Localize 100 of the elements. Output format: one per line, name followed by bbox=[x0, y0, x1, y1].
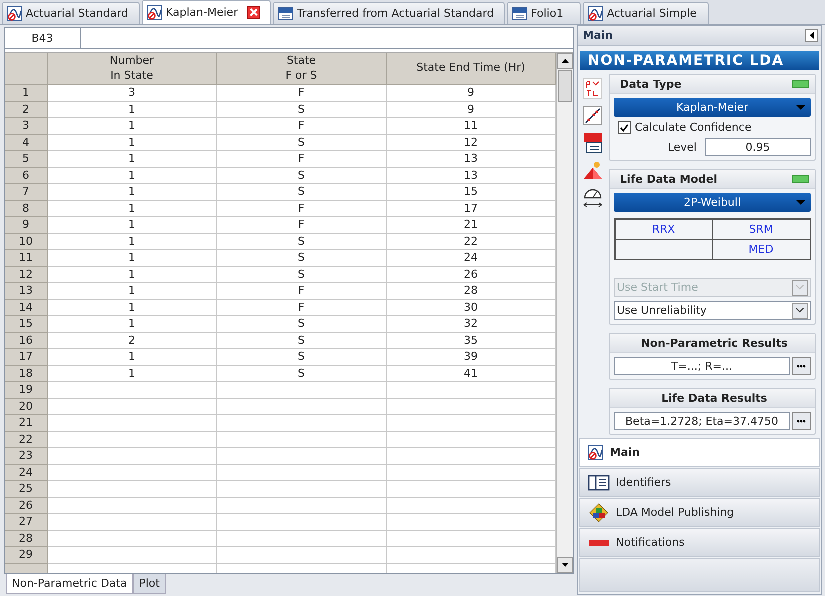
chart-icon bbox=[7, 6, 23, 22]
row-header[interactable]: 1 bbox=[5, 85, 48, 102]
cell-reference-field[interactable]: B43 bbox=[5, 28, 81, 48]
row-header[interactable]: 15 bbox=[5, 316, 48, 332]
table-cell: S bbox=[217, 250, 387, 266]
column-header[interactable]: Number In State bbox=[48, 53, 217, 85]
table-cell: 22 bbox=[387, 234, 556, 250]
row-header[interactable]: 5 bbox=[5, 151, 48, 168]
parameters-icon[interactable] bbox=[583, 78, 605, 100]
row-header[interactable]: 21 bbox=[5, 415, 48, 432]
row-header[interactable]: 28 bbox=[5, 530, 48, 547]
scroll-up-button[interactable] bbox=[557, 53, 573, 69]
table-cell: 24 bbox=[387, 250, 556, 266]
row-header[interactable]: 10 bbox=[5, 234, 48, 250]
table-cell: 2 bbox=[48, 332, 217, 349]
row-header[interactable]: 25 bbox=[5, 481, 48, 498]
document-tab[interactable]: Actuarial Simple bbox=[583, 2, 710, 24]
document-tab[interactable]: Actuarial Standard bbox=[2, 2, 140, 24]
document-tab[interactable]: Kaplan-Meier bbox=[142, 0, 272, 24]
table-cell: 3 bbox=[48, 85, 217, 102]
row-header[interactable]: 29 bbox=[5, 547, 48, 564]
caret-icon[interactable] bbox=[810, 32, 814, 39]
nav-item[interactable]: LDA Model Publishing bbox=[579, 498, 820, 527]
table-cell: 30 bbox=[387, 300, 556, 316]
method-option[interactable]: RRX bbox=[614, 218, 713, 240]
table-cell: 41 bbox=[387, 366, 556, 382]
nav-item[interactable]: Main bbox=[579, 438, 820, 467]
life-data-results-field[interactable]: Beta=1.2728; Eta=37.4750 bbox=[614, 412, 790, 430]
row-header[interactable]: 4 bbox=[5, 134, 48, 151]
table-cell: 1 bbox=[48, 217, 217, 234]
caret-icon[interactable] bbox=[562, 563, 568, 567]
table-cell: 1 bbox=[48, 349, 217, 366]
collapse-button[interactable] bbox=[805, 29, 818, 42]
row-header[interactable]: 7 bbox=[5, 184, 48, 200]
table-cell: 1 bbox=[48, 184, 217, 200]
diamond-icon bbox=[588, 502, 610, 522]
row-header[interactable]: 11 bbox=[5, 250, 48, 266]
table-cell: 1 bbox=[48, 283, 217, 300]
document-icon bbox=[278, 6, 294, 20]
row-header[interactable]: 2 bbox=[5, 102, 48, 118]
distribution-dropdown[interactable]: 2P-Weibull bbox=[614, 193, 811, 212]
table-cell: 28 bbox=[387, 283, 556, 300]
table-cell: 1 bbox=[48, 316, 217, 332]
row-header[interactable]: 6 bbox=[5, 168, 48, 184]
table-cell: S bbox=[217, 332, 387, 349]
table-cell: 1 bbox=[48, 266, 217, 283]
row-header[interactable]: 3 bbox=[5, 118, 48, 134]
scroll-down-button[interactable] bbox=[557, 557, 573, 573]
plot-icon[interactable] bbox=[583, 106, 605, 126]
row-header[interactable]: 19 bbox=[5, 382, 48, 398]
row-header[interactable]: 12 bbox=[5, 266, 48, 283]
document-tab[interactable]: Transferred from Actuarial Standard bbox=[273, 2, 506, 24]
row-header[interactable]: 24 bbox=[5, 464, 48, 481]
table-cell: 1 bbox=[48, 118, 217, 134]
scroll-thumb[interactable] bbox=[558, 70, 572, 102]
table-cell: 1 bbox=[48, 300, 217, 316]
mountain-icon[interactable] bbox=[583, 160, 605, 180]
more-icon[interactable] bbox=[792, 357, 811, 375]
row-header[interactable]: 23 bbox=[5, 448, 48, 464]
table-cell: S bbox=[217, 168, 387, 184]
column-header[interactable]: State End Time (Hr) bbox=[387, 53, 556, 85]
table-cell: 11 bbox=[387, 118, 556, 134]
column-header[interactable]: State F or S bbox=[217, 53, 387, 85]
checkbox[interactable] bbox=[618, 121, 631, 134]
status-indicator bbox=[792, 80, 809, 88]
caret-icon bbox=[796, 285, 804, 290]
table-cell: 9 bbox=[387, 102, 556, 118]
row-header[interactable]: 14 bbox=[5, 300, 48, 316]
row-header[interactable]: 26 bbox=[5, 498, 48, 514]
level-field[interactable]: 0.95 bbox=[705, 138, 811, 156]
row-header[interactable]: 13 bbox=[5, 283, 48, 300]
table-cell: 35 bbox=[387, 332, 556, 349]
non-parametric-results-field[interactable]: T=...; R=... bbox=[614, 357, 790, 375]
option-dropdown[interactable]: Use Unreliability bbox=[614, 301, 811, 320]
row-header[interactable]: 17 bbox=[5, 349, 48, 366]
row-header[interactable]: 16 bbox=[5, 332, 48, 349]
caret-icon[interactable] bbox=[562, 59, 568, 63]
table-cell: F bbox=[217, 300, 387, 316]
nav-item[interactable]: Identifiers bbox=[579, 468, 820, 497]
close-icon[interactable] bbox=[247, 6, 260, 19]
table-cell: 1 bbox=[48, 168, 217, 184]
caret-icon[interactable] bbox=[796, 308, 804, 313]
row-header[interactable]: 18 bbox=[5, 366, 48, 382]
sheet-tab[interactable]: Non-Parametric Data bbox=[6, 574, 134, 594]
row-header[interactable]: 22 bbox=[5, 432, 48, 448]
method-dropdown[interactable]: Kaplan-Meier bbox=[614, 98, 811, 117]
row-header[interactable]: 20 bbox=[5, 398, 48, 415]
sheet-tab[interactable]: Plot bbox=[133, 574, 166, 594]
document-tab[interactable]: Folio1 bbox=[507, 2, 582, 24]
checkbox-label: Calculate Confidence bbox=[635, 121, 752, 134]
row-header[interactable]: 8 bbox=[5, 200, 48, 217]
row-header[interactable]: 27 bbox=[5, 514, 48, 530]
more-icon[interactable] bbox=[792, 412, 811, 430]
nav-item[interactable]: Notifications bbox=[579, 528, 820, 557]
table-cell: 12 bbox=[387, 134, 556, 151]
row-header[interactable]: 9 bbox=[5, 217, 48, 234]
report-icon[interactable] bbox=[583, 132, 605, 154]
table-cell: F bbox=[217, 85, 387, 102]
table-cell: 17 bbox=[387, 200, 556, 217]
table-cell: S bbox=[217, 234, 387, 250]
